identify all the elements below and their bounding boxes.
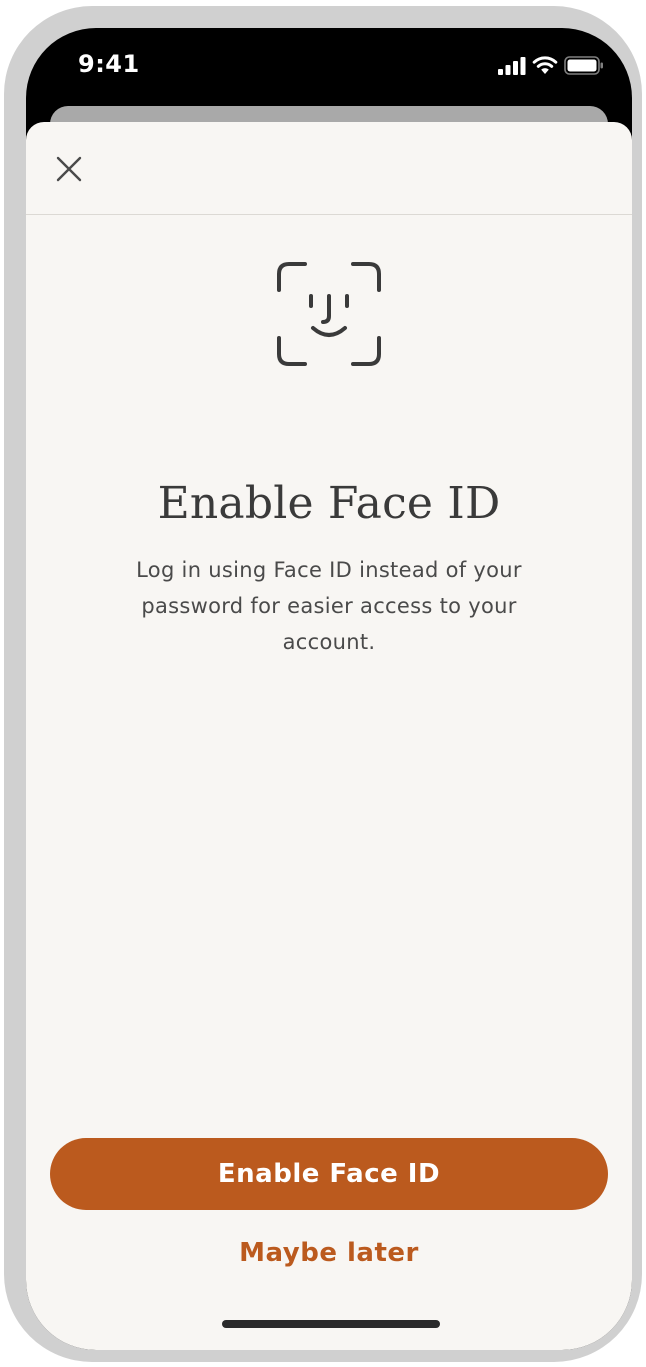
- wifi-icon: [532, 56, 558, 74]
- device-frame: 9:41 Enable Face ID Log in using Face ID…: [4, 6, 642, 1362]
- close-button[interactable]: [48, 148, 90, 190]
- face-id-icon: [277, 262, 381, 366]
- description-text: Log in using Face ID instead of your pas…: [136, 558, 522, 654]
- status-time: 9:41: [78, 50, 140, 78]
- status-icons: [498, 56, 604, 75]
- sheet-header: [26, 122, 632, 215]
- cellular-signal-icon: [498, 56, 526, 75]
- maybe-later-link[interactable]: Maybe later: [26, 1238, 632, 1268]
- battery-icon: [564, 56, 603, 75]
- close-icon: [56, 156, 82, 182]
- enable-face-id-button[interactable]: Enable Face ID: [50, 1138, 608, 1210]
- bottom-sheet: Enable Face ID Log in using Face ID inst…: [26, 122, 632, 1350]
- page-title: Enable Face ID: [157, 478, 501, 529]
- home-indicator: [222, 1320, 440, 1328]
- phone-screen: 9:41 Enable Face ID Log in using Face ID…: [26, 28, 632, 1350]
